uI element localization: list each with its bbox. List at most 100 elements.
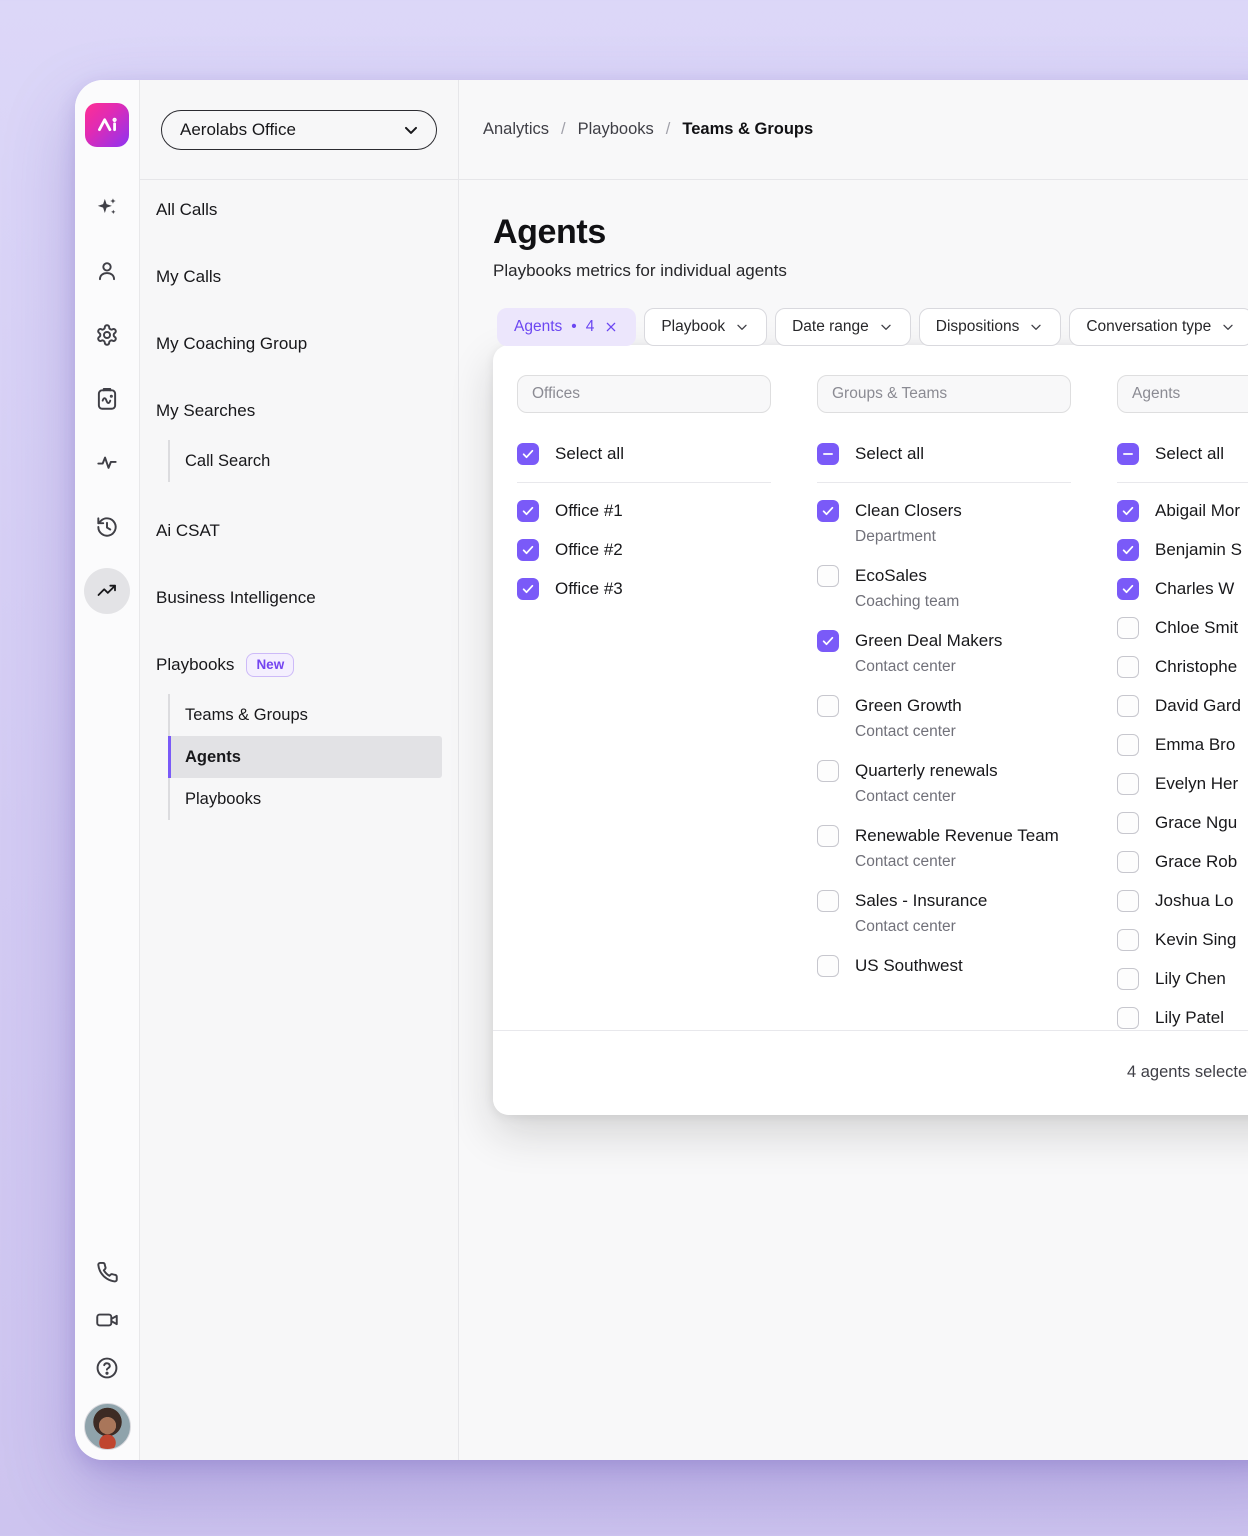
nav-label: Playbooks — [156, 655, 234, 675]
checkbox-icon[interactable] — [1117, 968, 1139, 990]
checkbox-row[interactable]: Kevin Sing — [1117, 927, 1248, 953]
checkbox-icon[interactable] — [1117, 851, 1139, 873]
checkbox-label: Evelyn Her — [1155, 771, 1238, 797]
checkbox-icon[interactable] — [817, 443, 839, 465]
nav-item-teams-groups[interactable]: Teams & Groups — [168, 694, 442, 736]
checkbox-icon[interactable] — [1117, 929, 1139, 951]
checkbox-icon[interactable] — [817, 760, 839, 782]
checkbox-icon[interactable] — [517, 500, 539, 522]
checkbox-row[interactable]: Green Growth Contact center — [817, 693, 1071, 745]
date-range-filter-chip[interactable]: Date range — [775, 308, 911, 346]
column-search-input[interactable] — [1117, 375, 1248, 413]
dispositions-filter-chip[interactable]: Dispositions — [919, 308, 1062, 346]
person-icon[interactable] — [94, 258, 120, 284]
select-all-row[interactable]: Select all — [517, 441, 771, 467]
checkbox-icon[interactable] — [1117, 617, 1139, 639]
checkbox-icon[interactable] — [817, 695, 839, 717]
checkbox-icon[interactable] — [817, 890, 839, 912]
column-list: Office #1 Office #2 Office #3 — [517, 498, 771, 602]
playbook-filter-chip[interactable]: Playbook — [644, 308, 767, 346]
nav-item-playbooks-sub[interactable]: Playbooks — [168, 778, 442, 820]
checkbox-row[interactable]: Renewable Revenue Team Contact center — [817, 823, 1071, 875]
breadcrumb-analytics[interactable]: Analytics — [483, 120, 549, 139]
nav-item-my-calls[interactable]: My Calls — [156, 257, 442, 297]
agents-filter-chip[interactable]: Agents • 4 — [497, 308, 636, 346]
column-search-input[interactable] — [817, 375, 1071, 413]
app-logo[interactable] — [85, 103, 129, 147]
checkbox-row[interactable]: Quarterly renewals Contact center — [817, 758, 1071, 810]
checkbox-row[interactable]: Charles W — [1117, 576, 1248, 602]
workspace-selector[interactable]: Aerolabs Office — [161, 110, 437, 150]
user-avatar[interactable] — [84, 1403, 131, 1450]
checkbox-row[interactable]: Clean Closers Department — [817, 498, 1071, 550]
checkbox-row[interactable]: US Southwest — [817, 953, 1071, 979]
checkbox-row[interactable]: Grace Rob — [1117, 849, 1248, 875]
column-divider — [1117, 482, 1248, 483]
checkbox-icon[interactable] — [1117, 1007, 1139, 1029]
nav-item-agents[interactable]: Agents — [168, 736, 442, 778]
checkbox-row[interactable]: Office #3 — [517, 576, 771, 602]
checkbox-icon[interactable] — [817, 955, 839, 977]
select-all-row[interactable]: Select all — [1117, 441, 1248, 467]
nav-item-all-calls[interactable]: All Calls — [156, 190, 442, 230]
checkbox-icon[interactable] — [817, 500, 839, 522]
checkbox-row[interactable]: Lily Chen — [1117, 966, 1248, 992]
checkbox-icon[interactable] — [1117, 734, 1139, 756]
checkbox-row[interactable]: Grace Ngu — [1117, 810, 1248, 836]
checkbox-row[interactable]: Emma Bro — [1117, 732, 1248, 758]
checkbox-row[interactable]: EcoSales Coaching team — [817, 563, 1071, 615]
history-icon[interactable] — [94, 514, 120, 540]
picker-column: Select all Office #1 Office #2 O — [517, 375, 771, 1030]
phone-icon[interactable] — [94, 1259, 120, 1285]
chevron-down-icon — [401, 120, 421, 140]
checkbox-icon[interactable] — [1117, 812, 1139, 834]
checkbox-icon[interactable] — [1117, 695, 1139, 717]
checkbox-row[interactable]: Chloe Smit — [1117, 615, 1248, 641]
checkbox-row[interactable]: Joshua Lo — [1117, 888, 1248, 914]
checkbox-icon[interactable] — [1117, 656, 1139, 678]
checkbox-icon[interactable] — [1117, 500, 1139, 522]
checkbox-icon[interactable] — [517, 539, 539, 561]
checkbox-row[interactable]: Green Deal Makers Contact center — [817, 628, 1071, 680]
help-icon[interactable] — [94, 1355, 120, 1381]
checkbox-row[interactable]: Benjamin S — [1117, 537, 1248, 563]
checkbox-label: Clean Closers — [855, 498, 962, 524]
nav-item-playbooks[interactable]: Playbooks New — [156, 645, 442, 685]
checkbox-icon[interactable] — [517, 578, 539, 600]
checkbox-icon[interactable] — [1117, 539, 1139, 561]
checkbox-row[interactable]: David Gard — [1117, 693, 1248, 719]
column-search-input[interactable] — [517, 375, 771, 413]
checkbox-row[interactable]: Evelyn Her — [1117, 771, 1248, 797]
checkbox-row[interactable]: Christophe — [1117, 654, 1248, 680]
checkbox-icon[interactable] — [817, 825, 839, 847]
ai-sparkles-icon[interactable] — [94, 194, 120, 220]
close-icon[interactable] — [603, 319, 619, 335]
gear-icon[interactable] — [94, 322, 120, 348]
checkbox-row[interactable]: Office #2 — [517, 537, 771, 563]
checkbox-row[interactable]: Abigail Mor — [1117, 498, 1248, 524]
nav-item-ai-csat[interactable]: Ai CSAT — [156, 511, 442, 551]
checkbox-icon[interactable] — [1117, 443, 1139, 465]
conversation-type-filter-chip[interactable]: Conversation type — [1069, 308, 1248, 346]
checkbox-icon[interactable] — [817, 630, 839, 652]
nav-item-my-searches[interactable]: My Searches — [156, 391, 442, 431]
breadcrumb-playbooks[interactable]: Playbooks — [578, 120, 654, 139]
checkbox-icon[interactable] — [517, 443, 539, 465]
activity-pulse-icon[interactable] — [94, 450, 120, 476]
checkbox-icon[interactable] — [1117, 578, 1139, 600]
nav-label: Business Intelligence — [156, 588, 316, 608]
nav-item-my-coaching-group[interactable]: My Coaching Group — [156, 324, 442, 364]
trending-up-icon[interactable] — [84, 568, 130, 614]
nav-item-business-intelligence[interactable]: Business Intelligence — [156, 578, 442, 618]
video-camera-icon[interactable] — [94, 1307, 120, 1333]
nav-label: All Calls — [156, 200, 217, 220]
nav-item-call-search[interactable]: Call Search — [168, 440, 442, 482]
checkbox-row[interactable]: Sales - Insurance Contact center — [817, 888, 1071, 940]
select-all-row[interactable]: Select all — [817, 441, 1071, 467]
checkbox-row[interactable]: Lily Patel — [1117, 1005, 1248, 1030]
checkbox-icon[interactable] — [1117, 773, 1139, 795]
playbook-clipboard-icon[interactable] — [94, 386, 120, 412]
checkbox-icon[interactable] — [1117, 890, 1139, 912]
checkbox-icon[interactable] — [817, 565, 839, 587]
checkbox-row[interactable]: Office #1 — [517, 498, 771, 524]
